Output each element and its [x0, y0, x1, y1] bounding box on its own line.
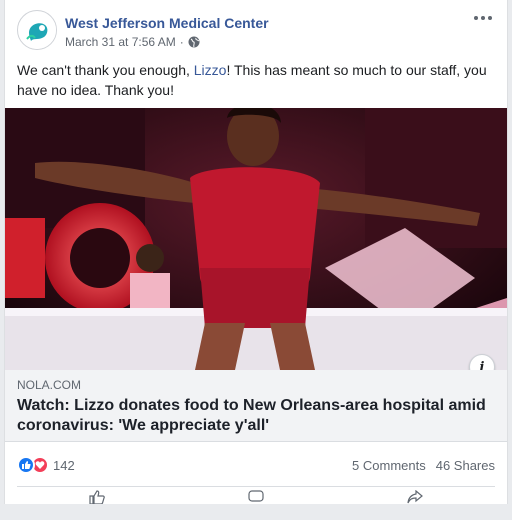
concert-photo	[5, 108, 507, 370]
stats-divider	[17, 486, 495, 487]
like-reaction-icon	[17, 456, 35, 474]
shares-count-link[interactable]: 46 Shares	[436, 458, 495, 473]
globe-icon[interactable]	[188, 36, 200, 48]
link-headline[interactable]: Watch: Lizzo donates food to New Orleans…	[17, 396, 495, 436]
more-options-icon[interactable]	[471, 10, 495, 26]
page-avatar[interactable]	[17, 10, 57, 50]
comment-action-icon[interactable]	[241, 490, 271, 504]
post-meta: March 31 at 7:56 AM ·	[65, 35, 200, 49]
page-name-link[interactable]: West Jefferson Medical Center	[65, 15, 269, 31]
link-domain: NOLA.COM	[17, 378, 82, 392]
post-message: We can't thank you enough, Lizzo! This h…	[17, 60, 497, 100]
reaction-count: 142	[53, 457, 75, 473]
link-preview-image[interactable]	[5, 108, 507, 370]
post-stats: 142 5 Comments 46 Shares	[17, 452, 495, 478]
avatar-logo	[19, 12, 56, 49]
engagement-counts: 5 Comments 46 Shares	[352, 458, 495, 473]
post-card: West Jefferson Medical Center March 31 a…	[4, 0, 508, 504]
post-header: West Jefferson Medical Center March 31 a…	[17, 8, 495, 54]
post-timestamp[interactable]: March 31 at 7:56 AM	[65, 35, 176, 49]
action-bar	[17, 490, 495, 520]
share-action-icon[interactable]	[400, 490, 430, 504]
like-action-icon[interactable]	[82, 490, 112, 504]
post-text-start: We can't thank you enough,	[17, 62, 194, 78]
link-preview[interactable]: NOLA.COM Watch: Lizzo donates food to Ne…	[5, 370, 507, 442]
reactions-summary[interactable]: 142	[17, 456, 75, 474]
mention-link[interactable]: Lizzo	[194, 62, 227, 78]
comments-count-link[interactable]: 5 Comments	[352, 458, 426, 473]
